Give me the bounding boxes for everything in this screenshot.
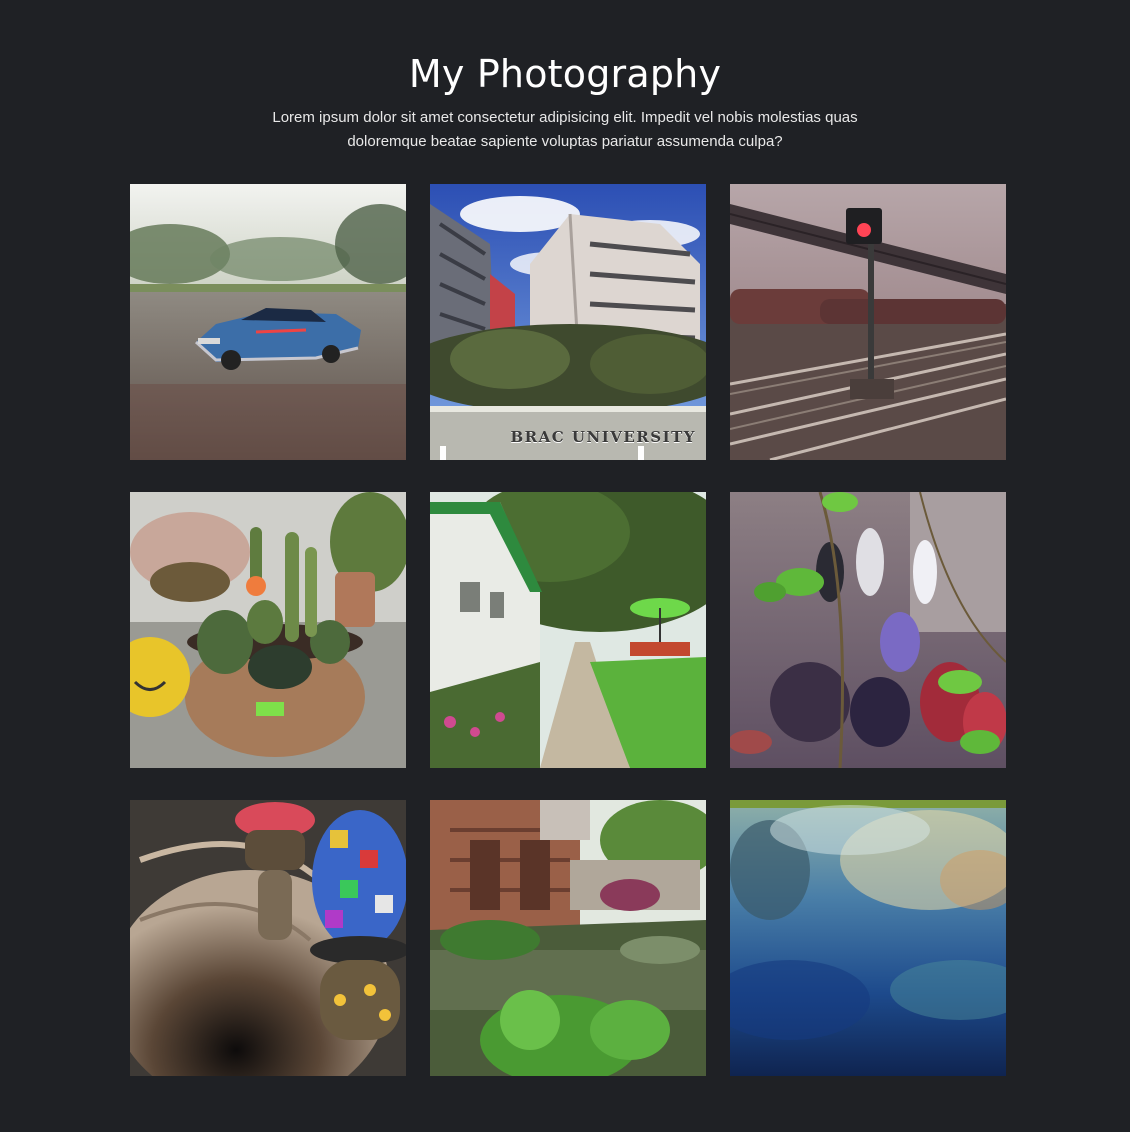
photo-garden-walkway[interactable] xyxy=(430,492,706,768)
railway-image xyxy=(730,184,1006,460)
cactus-image xyxy=(130,492,406,768)
photo-grid: BRAC UNIVERSITY xyxy=(130,184,1006,1076)
page-subtitle: Lorem ipsum dolor sit amet consectetur a… xyxy=(272,109,858,150)
mosaic-lamps-image xyxy=(130,800,406,1076)
university-image xyxy=(430,184,706,460)
photo-railway[interactable] xyxy=(730,184,1006,460)
page-title: My Photography xyxy=(408,52,722,96)
photo-cactus[interactable] xyxy=(130,492,406,768)
crowd-vines-image xyxy=(730,492,1006,768)
blue-water-image xyxy=(730,800,1006,1076)
photo-mosaic-lamps[interactable] xyxy=(130,800,406,1076)
photo-toy-car[interactable] xyxy=(130,184,406,460)
photo-blue-water[interactable] xyxy=(730,800,1006,1076)
pond-garden-image xyxy=(430,800,706,1076)
photo-crowd-vines[interactable] xyxy=(730,492,1006,768)
photo-pond-garden[interactable] xyxy=(430,800,706,1076)
university-sign-text: BRAC UNIVERSITY xyxy=(510,428,696,446)
gallery-page: My Photography Lorem ipsum dolor sit ame… xyxy=(0,0,1130,1132)
photo-university[interactable]: BRAC UNIVERSITY xyxy=(430,184,706,460)
garden-walkway-image xyxy=(430,492,706,768)
page-header: My Photography Lorem ipsum dolor sit ame… xyxy=(0,50,1130,154)
toy-car-image xyxy=(130,184,406,460)
